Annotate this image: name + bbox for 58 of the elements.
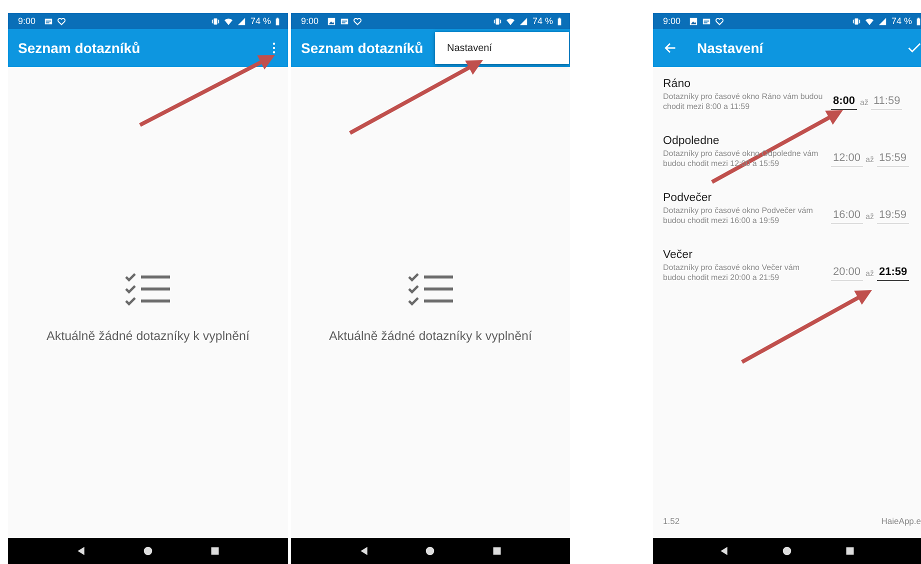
time-window-name: Podvečer — [663, 192, 713, 204]
app-title: Nastavení — [697, 40, 764, 56]
battery-icon — [557, 16, 562, 26]
back-triangle-icon[interactable] — [359, 546, 370, 556]
time-window-name: Večer — [663, 249, 694, 261]
time-field[interactable]: 21:59 — [876, 266, 910, 281]
battery-percent: 74 % — [532, 16, 553, 26]
range-separator: až — [866, 155, 874, 164]
checklist-icon — [408, 272, 454, 308]
time-field[interactable]: 15:59 — [876, 152, 909, 167]
time-field[interactable]: 20:00 — [831, 266, 863, 281]
more-menu-icon[interactable] — [272, 42, 276, 54]
website-label: HaieApp.e — [881, 516, 921, 528]
time-field[interactable]: 11:59 — [871, 95, 902, 110]
status-time: 9:00 — [663, 16, 681, 26]
menu-item[interactable]: Nastavení — [435, 42, 492, 54]
range-separator: až — [866, 212, 874, 221]
time-window-name: Ráno — [663, 78, 692, 90]
vibrate-icon — [852, 16, 862, 26]
wifi-icon — [506, 16, 516, 26]
status-time: 9:00 — [18, 16, 36, 26]
recents-square-icon[interactable] — [844, 546, 855, 556]
signal-icon — [878, 16, 888, 26]
back-triangle-icon[interactable] — [76, 546, 86, 556]
battery-icon — [916, 16, 921, 26]
time-window-description: Dotazníky pro časové okno Ráno vám budou chodit mezi 8:00 a 11:59 — [663, 92, 823, 112]
time-window-name: Odpoledne — [663, 135, 720, 147]
time-window-description: Dotazníky pro časové okno Podvečer vám budou chodit mezi 16:00 a 19:59 — [663, 206, 814, 226]
time-field[interactable]: 16:00 — [831, 209, 863, 224]
range-separator: až — [860, 98, 868, 107]
empty-message: Aktuálně žádné dotazníky k vyplnění — [46, 328, 250, 342]
version-label: 1.52 — [663, 516, 680, 528]
battery-icon — [275, 16, 280, 26]
app-title: Seznam dotazníků — [18, 40, 140, 56]
time-window-description: Dotazníky pro časové okno Večer vám budou chodit mezi 20:00 a 21:59 — [663, 263, 801, 283]
recents-square-icon[interactable] — [210, 546, 220, 556]
app-title: Seznam dotazníků — [301, 40, 424, 56]
battery-percent: 74 % — [250, 16, 271, 26]
back-triangle-icon[interactable] — [719, 546, 730, 556]
range-separator: až — [866, 269, 874, 278]
signal-icon — [519, 16, 528, 26]
signal-icon — [237, 16, 246, 26]
recents-square-icon[interactable] — [492, 546, 502, 556]
time-field[interactable]: 12:00 — [831, 152, 863, 167]
check-icon[interactable] — [907, 41, 921, 55]
battery-percent: 74 % — [891, 16, 912, 26]
empty-message: Aktuálně žádné dotazníky k vyplnění — [329, 328, 532, 342]
wifi-icon — [224, 16, 234, 26]
vibrate-icon — [493, 16, 502, 26]
home-circle-icon[interactable] — [142, 546, 153, 556]
back-arrow-icon[interactable] — [663, 41, 677, 55]
time-field[interactable]: 19:59 — [876, 209, 909, 224]
checklist-icon — [125, 272, 171, 308]
status-time: 9:00 — [301, 16, 319, 26]
home-circle-icon[interactable] — [425, 546, 436, 556]
wifi-icon — [865, 16, 874, 26]
vibrate-icon — [211, 16, 220, 26]
home-circle-icon[interactable] — [782, 546, 792, 556]
